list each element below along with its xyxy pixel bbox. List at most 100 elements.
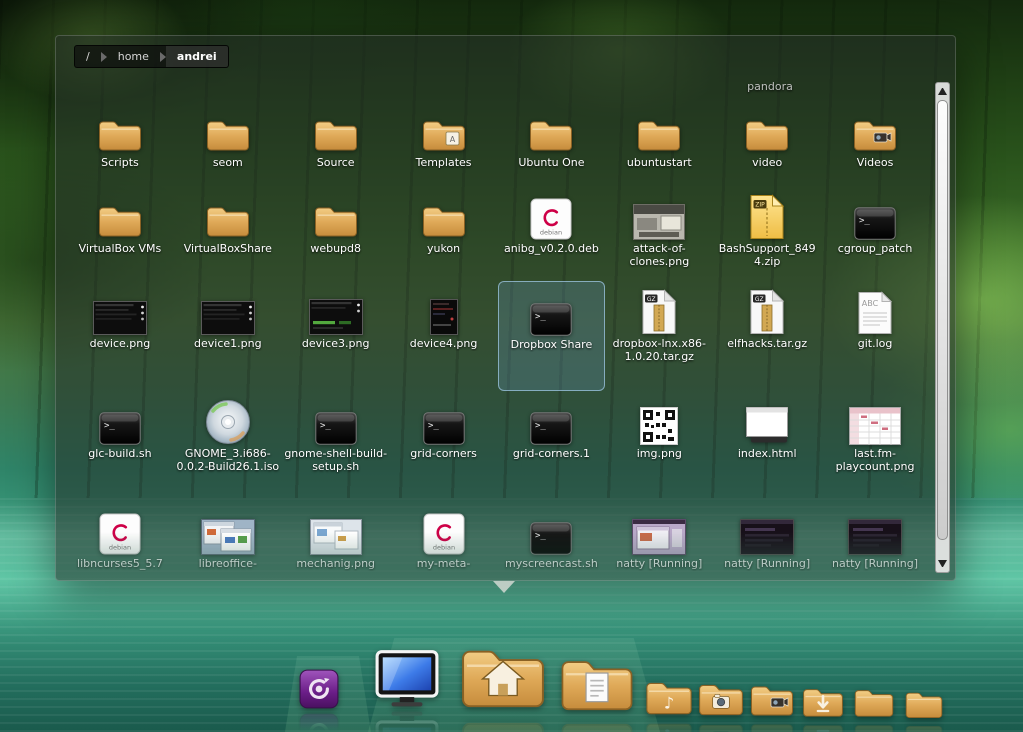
file-item[interactable]: >_ myscreencast.sh	[498, 501, 606, 580]
sheet-icon	[849, 393, 902, 445]
file-item[interactable]: VirtualBoxShare	[174, 186, 282, 281]
file-item[interactable]: img.png	[605, 391, 713, 501]
monitor-icon	[374, 650, 440, 708]
terminal-icon: >_	[530, 503, 573, 555]
svg-text:ZIP: ZIP	[755, 202, 765, 209]
dock-item-computer[interactable]	[374, 650, 440, 708]
breadcrumb-home[interactable]: home	[107, 46, 160, 67]
html-icon	[744, 393, 790, 445]
desktop: / home andrei pandora Scripts seom Sourc…	[0, 0, 1023, 732]
svg-text:>_: >_	[428, 421, 439, 431]
file-item[interactable]: >_ glc-build.sh	[66, 391, 174, 501]
clipped-file-label: pandora	[747, 80, 793, 93]
file-label: Ubuntu One	[518, 157, 585, 169]
file-item[interactable]: >_ grid-corners	[390, 391, 498, 501]
file-item[interactable]: ubuntustart	[605, 100, 713, 186]
dock-item-music-folder[interactable]: ♪	[644, 677, 694, 718]
iso-icon	[205, 393, 251, 445]
svg-text:>_: >_	[535, 421, 546, 431]
file-browser-panel: / home andrei pandora Scripts seom Sourc…	[55, 35, 956, 581]
breadcrumb-current[interactable]: andrei	[165, 46, 228, 67]
file-item[interactable]: Ubuntu One	[498, 100, 606, 186]
file-item[interactable]: debian libncurses5_5.7	[66, 501, 174, 580]
file-item[interactable]: last.fm-playcount.png	[821, 391, 929, 501]
terminal-icon: >_	[314, 393, 357, 445]
file-label: index.html	[737, 448, 797, 460]
file-label: grid-corners	[410, 448, 477, 460]
file-item[interactable]: natty [Running]	[713, 501, 821, 580]
file-item[interactable]: >_ grid-corners.1	[498, 391, 606, 501]
file-label: img.png	[636, 448, 682, 460]
file-item[interactable]: seom	[174, 100, 282, 186]
scroll-up-icon[interactable]	[938, 88, 947, 95]
dock-item-videos-folder[interactable]	[749, 681, 795, 719]
dock-item-folder-2[interactable]	[904, 688, 944, 721]
file-label: seom	[212, 157, 243, 169]
file-label: last.fm-playcount.png	[835, 448, 915, 473]
scrollbar-thumb[interactable]	[937, 100, 948, 540]
scroll-down-icon[interactable]	[938, 560, 947, 567]
file-item[interactable]: Scripts	[66, 100, 174, 186]
svg-text:A: A	[449, 135, 455, 144]
folder-documents-icon	[558, 652, 636, 716]
file-label: GNOME_3.i686-0.0.2-Build26.1.iso	[176, 448, 280, 473]
file-item[interactable]: device4.png	[390, 281, 498, 391]
file-label: yukon	[426, 243, 461, 255]
dock-item-home-folder[interactable]	[458, 640, 548, 714]
file-item[interactable]: Videos	[821, 100, 929, 186]
svg-text:>_: >_	[535, 312, 546, 322]
dock-item-pictures-folder[interactable]	[697, 679, 745, 719]
file-item[interactable]: index.html	[713, 391, 821, 501]
file-item[interactable]: A Templates	[390, 100, 498, 186]
file-item[interactable]: device3.png	[282, 281, 390, 391]
file-item[interactable]: natty [Running]	[605, 501, 713, 580]
dock-item-downloads-folder[interactable]	[801, 684, 845, 720]
svg-text:debian: debian	[540, 229, 562, 237]
dock-item-folder-1[interactable]	[853, 685, 895, 720]
file-label: grid-corners.1	[512, 448, 590, 460]
vm-dark-icon	[740, 503, 795, 555]
file-item[interactable]: debian anibg_v0.2.0.deb	[498, 186, 606, 281]
file-item[interactable]: VirtualBox VMs	[66, 186, 174, 281]
file-item[interactable]: natty [Running]	[821, 501, 929, 580]
file-item[interactable]: >_ Dropbox Share	[497, 281, 606, 391]
file-label: my-meta-	[416, 558, 471, 570]
file-label: Videos	[856, 157, 894, 169]
svg-text:♪: ♪	[664, 693, 674, 712]
file-item[interactable]: video	[713, 100, 821, 186]
file-item[interactable]: GZ dropbox-lnx.x86-1.0.20.tar.gz	[605, 281, 713, 391]
file-item[interactable]: Source	[282, 100, 390, 186]
file-item[interactable]: libreoffice-	[174, 501, 282, 580]
file-label: VirtualBoxShare	[183, 243, 272, 255]
file-item[interactable]: >_ gnome-shell-build-setup.sh	[282, 391, 390, 501]
text-icon: ABC	[857, 283, 893, 335]
file-item[interactable]: webupd8	[282, 186, 390, 281]
file-item[interactable]: >_ cgroup_patch	[821, 186, 929, 281]
scrollbar[interactable]	[935, 82, 950, 573]
terminal-icon: >_	[854, 188, 896, 240]
file-label: mechanig.png	[296, 558, 376, 570]
file-item[interactable]: GNOME_3.i686-0.0.2-Build26.1.iso	[174, 391, 282, 501]
folder-templates-icon: A	[421, 102, 467, 154]
file-item[interactable]: GZ elfhacks.tar.gz	[713, 281, 821, 391]
file-label: video	[752, 157, 783, 169]
dock-item-documents-folder[interactable]	[558, 652, 636, 716]
file-item[interactable]: yukon	[390, 186, 498, 281]
file-item[interactable]: mechanig.png	[282, 501, 390, 580]
qr-icon	[640, 393, 679, 445]
shot-dark-green-icon	[308, 283, 363, 335]
folder-icon	[421, 188, 467, 240]
svg-text:debian: debian	[432, 544, 454, 552]
file-item[interactable]: ZIP BashSupport_8494.zip	[713, 186, 821, 281]
file-item[interactable]: debian my-meta-	[390, 501, 498, 580]
file-item[interactable]: device1.png	[174, 281, 282, 391]
file-item[interactable]: attack-of-clones.png	[605, 186, 713, 281]
folder-downloads-icon	[801, 684, 845, 720]
breadcrumb-root[interactable]: /	[75, 46, 101, 67]
file-label: attack-of-clones.png	[629, 243, 690, 268]
dock-item-launcher[interactable]	[298, 668, 340, 710]
file-label: dropbox-lnx.x86-1.0.20.tar.gz	[612, 338, 706, 363]
file-item[interactable]: device.png	[66, 281, 174, 391]
file-item[interactable]: ABC git.log	[821, 281, 929, 391]
folder-icon	[205, 102, 251, 154]
